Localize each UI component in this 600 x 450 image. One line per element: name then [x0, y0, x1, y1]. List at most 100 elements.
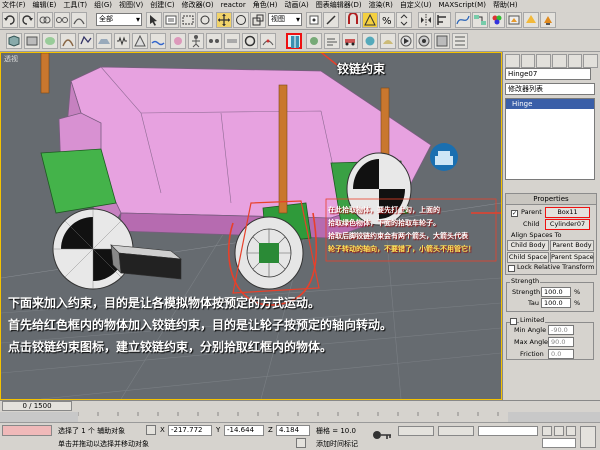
menu-file[interactable]: 文件(F) [2, 0, 26, 10]
water-icon[interactable] [150, 33, 166, 49]
max-angle-spinner[interactable]: 90.0 [548, 337, 574, 347]
stack-item-hinge[interactable]: Hinge [506, 99, 594, 109]
child-body-button[interactable]: Child Body [507, 240, 549, 251]
play-icon[interactable] [554, 426, 564, 436]
toy-car-icon[interactable] [342, 33, 358, 49]
modifier-list-dropdown[interactable]: 修改器列表 [505, 83, 595, 95]
select-by-name-icon[interactable] [163, 12, 179, 28]
tau-spinner[interactable]: 100.0 [541, 298, 571, 308]
menu-create[interactable]: 创建(C) [150, 0, 174, 10]
set-key-button[interactable] [398, 426, 434, 436]
preview-animation-icon[interactable] [398, 33, 414, 49]
menu-rendering[interactable]: 渲染(R) [369, 0, 393, 10]
spring-icon[interactable] [114, 33, 130, 49]
curve-editor-icon[interactable] [455, 12, 471, 28]
rotate-icon[interactable] [233, 12, 249, 28]
select-move-icon[interactable] [216, 12, 232, 28]
pivot-center-icon[interactable] [306, 12, 322, 28]
menu-help[interactable]: 帮助(H) [493, 0, 518, 10]
align-icon[interactable] [435, 12, 451, 28]
parent-pick-button[interactable]: Box11 [545, 207, 590, 218]
select-link-icon[interactable] [37, 12, 53, 28]
child-space-button[interactable]: Child Space [507, 252, 549, 263]
display-tab-icon[interactable] [567, 54, 583, 68]
create-tab-icon[interactable] [505, 54, 520, 68]
parent-body-button[interactable]: Parent Body [550, 240, 594, 251]
point-to-path-constraint-icon[interactable] [260, 33, 276, 49]
child-pick-button[interactable]: Cylinder07 [545, 219, 590, 230]
schematic-view-icon[interactable] [472, 12, 488, 28]
selection-filter-dropdown[interactable]: 全部 [96, 13, 142, 26]
bind-spacewarp-icon[interactable] [71, 12, 87, 28]
key-icon[interactable] [372, 429, 392, 441]
lock-selection-icon[interactable] [146, 425, 156, 435]
point-to-point-constraint-icon[interactable] [206, 33, 222, 49]
quick-render-icon[interactable] [540, 12, 556, 28]
limited-checkbox[interactable] [510, 318, 517, 325]
render-frame-icon[interactable] [523, 12, 539, 28]
current-frame-field[interactable] [542, 438, 576, 448]
menu-customize[interactable]: 自定义(U) [400, 0, 432, 10]
menu-graph-editors[interactable]: 图表编辑器(D) [316, 0, 362, 10]
menu-character[interactable]: 角色(H) [253, 0, 278, 10]
soft-body-collection-icon[interactable] [42, 33, 58, 49]
hierarchy-tab-icon[interactable] [536, 54, 552, 68]
menu-reactor[interactable]: reactor [221, 0, 246, 10]
strength-spinner[interactable]: 100.0 [541, 287, 571, 297]
spinner-snap-icon[interactable] [396, 12, 412, 28]
modify-tab-icon[interactable] [520, 54, 536, 68]
hinge-constraint-icon[interactable] [286, 33, 302, 49]
scale-icon[interactable] [250, 12, 266, 28]
wind-icon[interactable] [324, 33, 340, 49]
convexity-test-icon[interactable] [380, 33, 396, 49]
time-slider[interactable]: 0 / 1500 [2, 401, 72, 411]
menu-animation[interactable]: 动画(A) [284, 0, 308, 10]
next-frame-icon[interactable] [566, 426, 576, 436]
friction-spinner[interactable]: 0.0 [548, 349, 574, 359]
prismatic-constraint-icon[interactable] [224, 33, 240, 49]
min-angle-spinner[interactable]: -90.0 [548, 325, 574, 335]
mirror-icon[interactable] [418, 12, 434, 28]
rope-collection-icon[interactable] [60, 33, 76, 49]
z-coordinate-field[interactable]: 4.184 [276, 425, 310, 436]
lock-relative-checkbox[interactable] [508, 265, 515, 272]
undo-icon[interactable] [2, 12, 18, 28]
render-setup-icon[interactable] [506, 12, 522, 28]
plane-icon[interactable] [96, 33, 112, 49]
y-coordinate-field[interactable]: -14.644 [224, 425, 264, 436]
fracture-icon[interactable] [132, 33, 148, 49]
object-name-field[interactable]: Hinge07 [505, 68, 591, 80]
angle-snap-icon[interactable] [362, 12, 378, 28]
modifier-stack[interactable]: Hinge [505, 98, 595, 180]
reactor-properties-icon[interactable] [452, 33, 468, 49]
cloth-collection-icon[interactable] [24, 33, 40, 49]
snap-toggle-icon[interactable] [345, 12, 361, 28]
menu-group[interactable]: 组(G) [94, 0, 112, 10]
maxscript-listener-mini[interactable] [2, 425, 52, 436]
utilities-tab-icon[interactable] [583, 54, 599, 68]
timeline-ticks[interactable] [78, 412, 508, 422]
select-manipulate-icon[interactable] [323, 12, 339, 28]
viewport-nav-icons[interactable] [580, 426, 596, 448]
auto-key-button[interactable] [438, 426, 474, 436]
parent-checkbox[interactable]: ✓ [511, 210, 518, 217]
rigid-body-collection-icon[interactable] [6, 33, 22, 49]
motion-tab-icon[interactable] [552, 54, 567, 68]
analyze-world-icon[interactable] [362, 33, 378, 49]
deforming-mesh-icon[interactable] [78, 33, 94, 49]
time-tag-icon[interactable] [296, 438, 306, 448]
prev-frame-icon[interactable] [542, 426, 552, 436]
menu-edit[interactable]: 编辑(E) [33, 0, 57, 10]
window-crossing-icon[interactable] [197, 12, 213, 28]
key-filter-field[interactable] [478, 426, 538, 436]
x-coordinate-field[interactable]: -217.772 [168, 425, 212, 436]
car-wheel-constraint-icon[interactable] [242, 33, 258, 49]
menu-views[interactable]: 视图(V) [119, 0, 143, 10]
percent-snap-icon[interactable]: % [379, 12, 395, 28]
menu-modifiers[interactable]: 修改器(O) [182, 0, 214, 10]
menu-maxscript[interactable]: MAXScript(M) [439, 0, 486, 10]
unlink-icon[interactable] [54, 12, 70, 28]
material-editor-icon[interactable] [489, 12, 505, 28]
select-object-icon[interactable] [146, 12, 162, 28]
properties-rollout-header[interactable]: Properties [506, 194, 596, 205]
